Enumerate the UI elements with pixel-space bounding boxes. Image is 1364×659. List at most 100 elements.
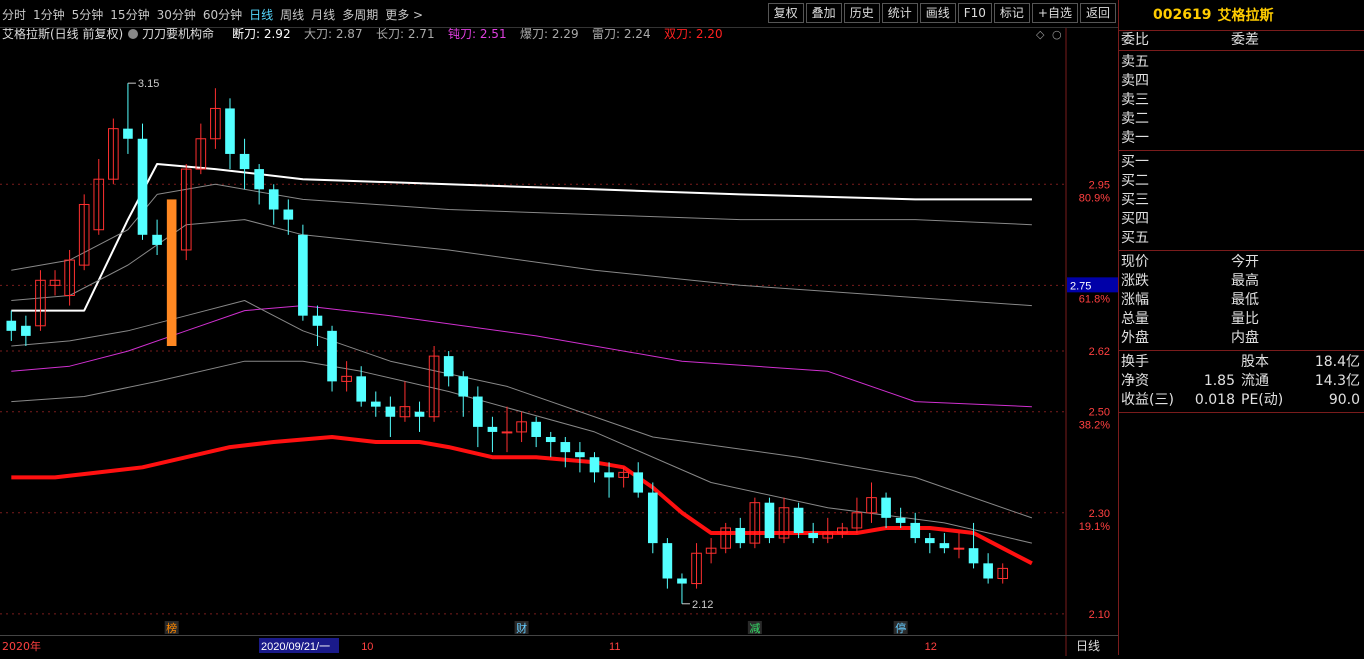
quote-label: 量比 bbox=[1231, 311, 1259, 327]
top-toolbar: 分时 1分钟 5分钟 15分钟 30分钟 60分钟 日线 周线 月线 多周期 更多 > 复权 叠加 历史… bbox=[0, 0, 1118, 28]
tool-button-2[interactable]: 历史 bbox=[843, 3, 880, 23]
fund-label: 股本 bbox=[1241, 354, 1269, 370]
indicator-value: 长刀: 2.71 bbox=[376, 28, 435, 41]
sell-level-row: 卖二 bbox=[1119, 110, 1364, 129]
date-axis-bar: 2020年 2020/09/21/一 10 11 12 日线 bbox=[0, 635, 1118, 656]
indicator-line-双刀 bbox=[11, 435, 1033, 566]
candle-body bbox=[735, 527, 746, 544]
fund-label: PE(动) bbox=[1241, 392, 1284, 408]
tool-button-1[interactable]: 叠加 bbox=[805, 3, 842, 23]
candle-body bbox=[283, 209, 294, 220]
sell-level-label: 卖四 bbox=[1121, 73, 1149, 89]
tool-button-3[interactable]: 统计 bbox=[881, 3, 918, 23]
candle-body bbox=[983, 563, 993, 579]
period-indicator-label: 日线 bbox=[1076, 639, 1100, 653]
period-tab-0[interactable]: 分时 bbox=[2, 6, 26, 23]
sell-level-label: 卖二 bbox=[1121, 111, 1149, 127]
quote-label: 今开 bbox=[1231, 254, 1259, 270]
quote-row: 现价 今开 bbox=[1119, 253, 1364, 272]
fund-label: 流通 bbox=[1241, 373, 1269, 389]
candle-body bbox=[910, 522, 921, 539]
candle-body bbox=[137, 138, 148, 235]
indicator-value: 大刀: 2.87 bbox=[304, 28, 363, 41]
candle-body bbox=[370, 401, 381, 407]
tool-button-5[interactable]: F10 bbox=[957, 3, 992, 23]
buy-level-row: 买二 bbox=[1119, 172, 1364, 191]
period-tab-3[interactable]: 15分钟 bbox=[110, 6, 149, 23]
quote-row: 涨跌 最高 bbox=[1119, 272, 1364, 291]
buy-level-label: 买一 bbox=[1121, 154, 1149, 170]
candle-body bbox=[385, 406, 396, 417]
tool-button-6[interactable]: 标记 bbox=[993, 3, 1030, 23]
period-tab-6[interactable]: 日线 bbox=[249, 6, 273, 23]
fund-label: 换手 bbox=[1121, 354, 1149, 370]
low-price-label: 2.12 bbox=[692, 599, 713, 611]
indicator-line-断刀 bbox=[11, 163, 1032, 312]
period-tabs: 分时 1分钟 5分钟 15分钟 30分钟 60分钟 日线 周线 月线 多周期 更多 > bbox=[2, 0, 430, 28]
period-tab-8[interactable]: 月线 bbox=[311, 6, 335, 23]
quote-label: 最高 bbox=[1231, 273, 1259, 289]
candle-body bbox=[575, 452, 585, 458]
tool-button-8[interactable]: 返回 bbox=[1079, 3, 1116, 23]
period-tab-7[interactable]: 周线 bbox=[280, 6, 304, 23]
period-tab-2[interactable]: 5分钟 bbox=[72, 6, 104, 23]
fund-row: 收益(三) 0.018 PE(动) 90.0 bbox=[1119, 391, 1364, 410]
candle-body bbox=[6, 320, 17, 331]
candle-body bbox=[560, 442, 571, 453]
indicator-line-大刀 bbox=[11, 183, 1032, 271]
price-tick-label: 2.50 bbox=[1089, 407, 1110, 419]
buy-level-row: 买四 bbox=[1119, 210, 1364, 229]
candle-body bbox=[953, 547, 965, 550]
candle-body bbox=[414, 411, 425, 417]
kline-svg[interactable]: 2.9580.9% 2.7561.8% 2.62 2.5038.2% 2.3019.1%… bbox=[0, 26, 1119, 635]
period-tab-1[interactable]: 1分钟 bbox=[33, 6, 65, 23]
event-marker: 减 bbox=[749, 622, 760, 635]
date-axis: 2020年 2020/09/21/一 10 11 12 日线 bbox=[2, 636, 1100, 656]
candle-body bbox=[662, 543, 673, 579]
buy-level-label: 买三 bbox=[1121, 192, 1149, 208]
quote-label: 最低 bbox=[1231, 292, 1259, 308]
candle-body bbox=[166, 199, 177, 346]
candle-body bbox=[589, 457, 600, 473]
buy-level-label: 买二 bbox=[1121, 173, 1149, 189]
tool-button-0[interactable]: 复权 bbox=[767, 3, 804, 23]
expand-icon: ○ bbox=[1052, 28, 1062, 41]
fund-value: 90.0 bbox=[1328, 392, 1360, 408]
candle-body bbox=[327, 330, 337, 382]
pct-tick-label: 19.1% bbox=[1079, 521, 1110, 533]
candle-body bbox=[895, 517, 906, 523]
candle-body bbox=[604, 472, 614, 478]
quote-rows: 现价 今开 涨跌 最高 涨幅 最低总量 量比 外盘 内盘 bbox=[1119, 251, 1364, 351]
candle-body bbox=[545, 436, 556, 443]
quote-row: 总量 量比 bbox=[1119, 310, 1364, 329]
tool-button-4[interactable]: 画线 bbox=[919, 3, 956, 23]
quote-label: 内盘 bbox=[1231, 330, 1259, 346]
quote-label: 外盘 bbox=[1121, 330, 1149, 346]
quote-panel: 002619 艾格拉斯 委比 委差 卖五 卖四 卖三 卖二 卖一 买一 买二 买三 买四 买五 现… bbox=[1118, 0, 1364, 655]
quote-label: 涨幅 bbox=[1121, 292, 1149, 308]
tool-button-7[interactable]: +自选 bbox=[1031, 3, 1078, 23]
period-tab-5[interactable]: 60分钟 bbox=[203, 6, 242, 23]
quote-row: 涨幅 最低 bbox=[1119, 291, 1364, 310]
buy-level-label: 买四 bbox=[1121, 211, 1149, 227]
fund-value: 18.4亿 bbox=[1314, 354, 1360, 370]
candle-body bbox=[808, 533, 818, 539]
period-tab-9[interactable]: 多周期 bbox=[342, 6, 378, 23]
fund-row: 净资 1.85 流通 14.3亿 bbox=[1119, 372, 1364, 391]
indicator-name: 刀刀要机构命 bbox=[142, 28, 214, 41]
period-tab-10[interactable]: 更多 > bbox=[385, 6, 423, 23]
weibi-label: 委比 bbox=[1121, 32, 1149, 48]
candle-body bbox=[677, 578, 687, 584]
candle-body bbox=[443, 356, 454, 377]
kline-chart[interactable]: 2.9580.9% 2.7561.8% 2.62 2.5038.2% 2.3019.1%… bbox=[0, 26, 1119, 635]
candle-body bbox=[225, 108, 235, 154]
price-tick-label: 2.10 bbox=[1089, 609, 1110, 621]
candle-body bbox=[473, 396, 483, 427]
candle-body bbox=[254, 169, 264, 190]
candle-body bbox=[268, 189, 279, 210]
indicator-value: 断刀: 2.92 bbox=[232, 28, 291, 41]
period-tab-4[interactable]: 30分钟 bbox=[157, 6, 196, 23]
order-ratio-row: 委比 委差 bbox=[1119, 31, 1364, 51]
candle-body bbox=[633, 472, 644, 493]
sell-level-label: 卖一 bbox=[1121, 130, 1149, 146]
